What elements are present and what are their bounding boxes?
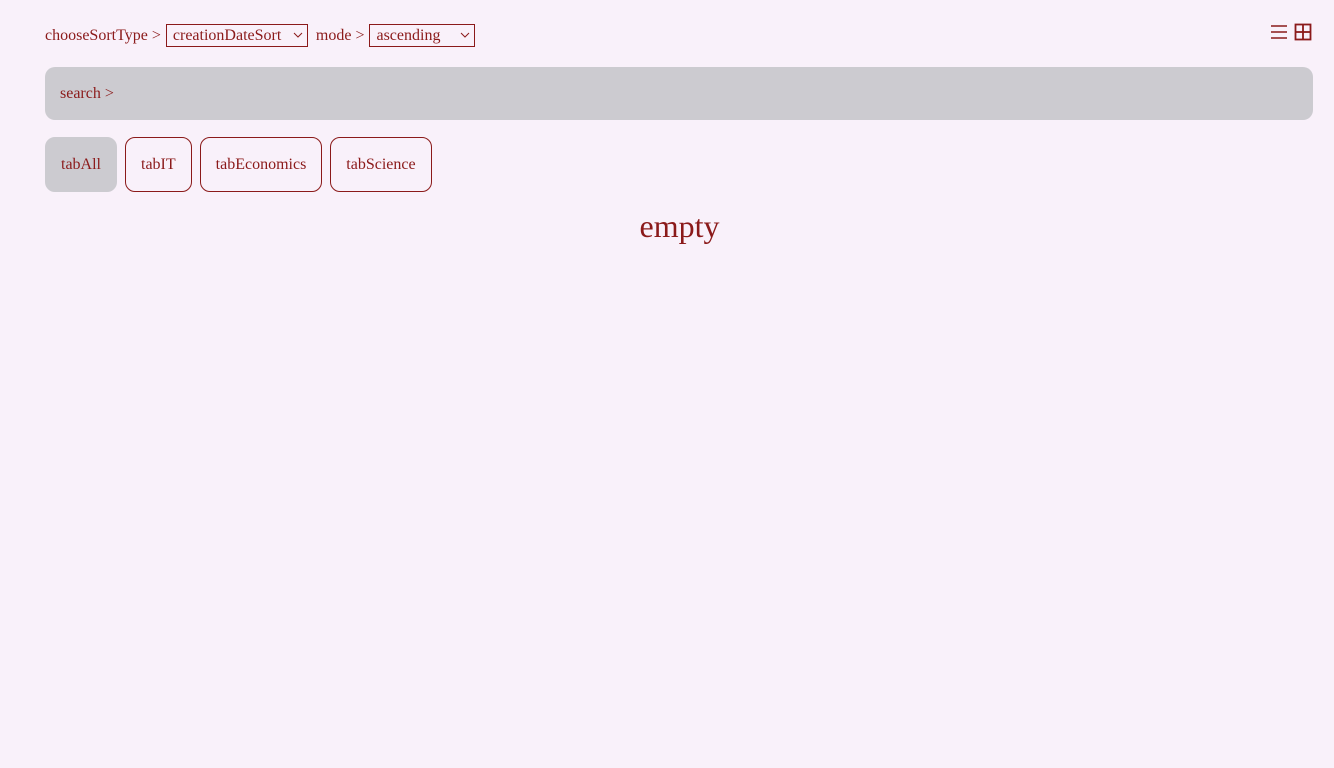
tab-label: tabEconomics xyxy=(215,155,307,173)
sort-type-select[interactable]: creationDateSort xyxy=(165,24,308,47)
tab-label: tabScience xyxy=(346,155,416,173)
category-tabs: tabAll tabIT tabEconomics tabScience xyxy=(45,137,432,192)
tab-it[interactable]: tabIT xyxy=(125,137,192,192)
empty-state-text: empty xyxy=(639,208,720,244)
sort-controls: chooseSortType > creationDateSort mode >… xyxy=(45,23,483,48)
sort-mode-select[interactable]: ascending xyxy=(369,24,476,47)
sort-mode-value: ascending xyxy=(376,26,441,44)
tab-economics[interactable]: tabEconomics xyxy=(199,137,323,192)
search-label: search > xyxy=(60,84,114,102)
sort-mode-label: mode > xyxy=(315,26,365,44)
search-input[interactable] xyxy=(113,66,1313,121)
sort-type-label: chooseSortType > xyxy=(45,26,161,44)
chevron-down-icon xyxy=(293,32,303,38)
tab-label: tabIT xyxy=(141,155,176,173)
tab-science[interactable]: tabScience xyxy=(330,137,432,192)
tab-all[interactable]: tabAll xyxy=(45,137,117,192)
grid-view-icon[interactable] xyxy=(1294,23,1312,41)
view-toggles xyxy=(1270,23,1312,41)
search-bar: search > xyxy=(45,66,1313,121)
tab-label: tabAll xyxy=(61,155,101,173)
list-view-icon[interactable] xyxy=(1270,23,1288,41)
chevron-down-icon xyxy=(461,32,470,38)
sort-type-value: creationDateSort xyxy=(172,26,282,44)
